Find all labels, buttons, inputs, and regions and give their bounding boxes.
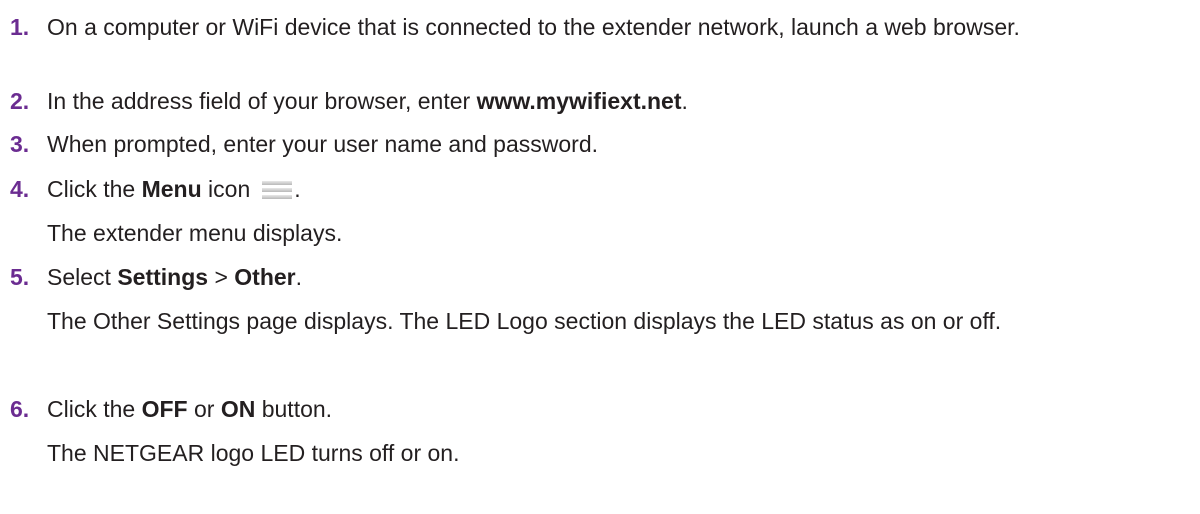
step-number: 4.: [10, 176, 30, 202]
on-label: ON: [220, 396, 256, 422]
menu-icon: [262, 181, 293, 199]
step-number: 2.: [10, 88, 30, 114]
step-text-prefix: Click the: [47, 176, 142, 202]
step-text: In the address field of your browser, en…: [47, 86, 1195, 116]
step-4-result: The extender menu displays.: [47, 220, 343, 246]
step-text: On a computer or WiFi device that is con…: [47, 14, 1020, 40]
other-label: Other: [234, 264, 296, 290]
menu-label: Menu: [141, 176, 202, 202]
step-number: 6.: [10, 396, 30, 422]
step-text-separator: >: [208, 264, 235, 290]
step-text: When prompted, enter your user name and …: [47, 131, 599, 157]
step-5-result: The Other Settings page displays. The LE…: [47, 308, 1002, 334]
step-6-result: The NETGEAR logo LED turns off or on.: [47, 440, 460, 466]
step-number: 5.: [10, 264, 30, 290]
step-text-end: .: [294, 176, 301, 202]
step-text: Click the Menu icon .: [47, 174, 1195, 204]
step-number: 3.: [10, 131, 30, 157]
settings-label: Settings: [117, 264, 209, 290]
step-text-suffix: .: [295, 264, 303, 290]
step-number: 1.: [10, 14, 30, 40]
step-text-suffix: .: [681, 88, 688, 114]
step-text-suffix: icon: [201, 176, 251, 202]
off-label: OFF: [141, 396, 188, 422]
step-text: Select Settings > Other.: [47, 262, 1195, 292]
step-text-prefix: In the address field of your browser, en…: [47, 88, 477, 114]
step-text-separator: or: [187, 396, 221, 422]
step-text-suffix: button.: [255, 396, 333, 422]
step-text-prefix: Click the: [47, 396, 142, 422]
step-text-prefix: Select: [47, 264, 118, 290]
url-text: www.mywifiext.net: [476, 88, 682, 114]
step-text: Click the OFF or ON button.: [47, 394, 1195, 424]
